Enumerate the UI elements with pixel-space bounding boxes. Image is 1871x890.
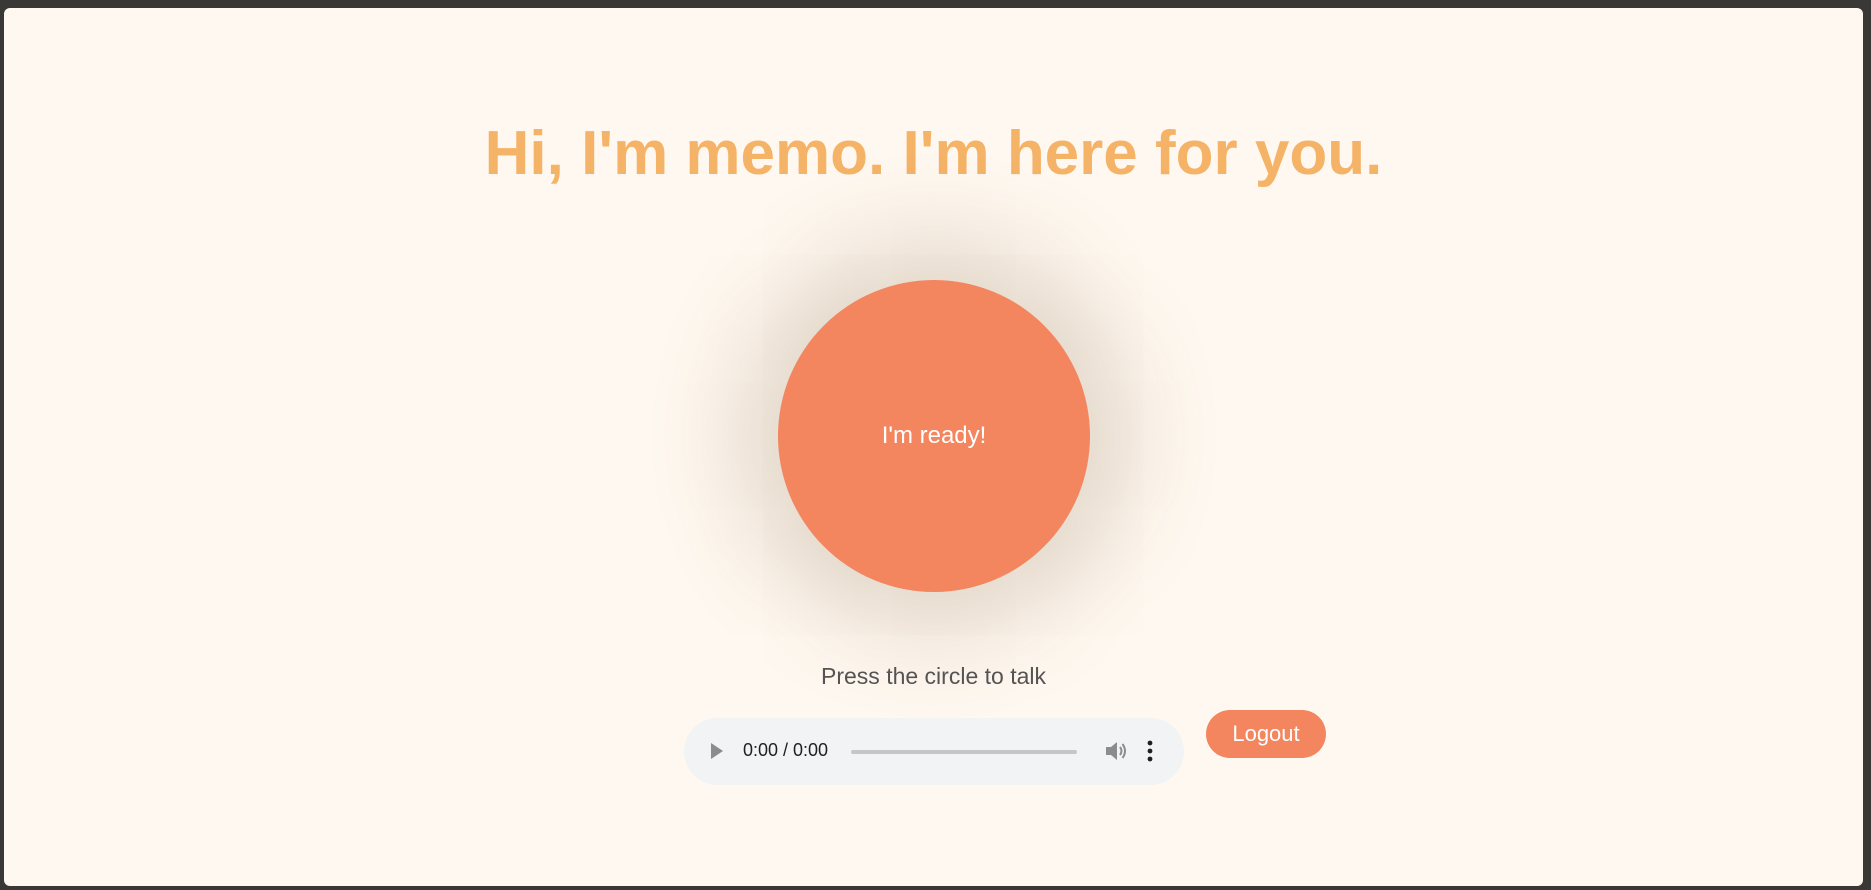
page-title: Hi, I'm memo. I'm here for you. xyxy=(484,119,1383,188)
talk-circle-label: I'm ready! xyxy=(881,422,987,449)
volume-icon[interactable] xyxy=(1104,740,1128,762)
talk-circle-button[interactable]: I'm ready! xyxy=(778,280,1090,592)
audio-progress-slider[interactable] xyxy=(851,750,1077,754)
play-icon[interactable] xyxy=(710,742,724,760)
logout-button[interactable]: Logout xyxy=(1206,710,1326,758)
more-vertical-icon[interactable] xyxy=(1146,740,1154,762)
audio-time: 0:00 / 0:00 xyxy=(743,740,829,760)
talk-hint: Press the circle to talk xyxy=(821,663,1046,689)
audio-player: 0:00 / 0:00 xyxy=(684,718,1184,785)
app-window: Hi, I'm memo. I'm here for you. I'm read… xyxy=(4,8,1863,886)
